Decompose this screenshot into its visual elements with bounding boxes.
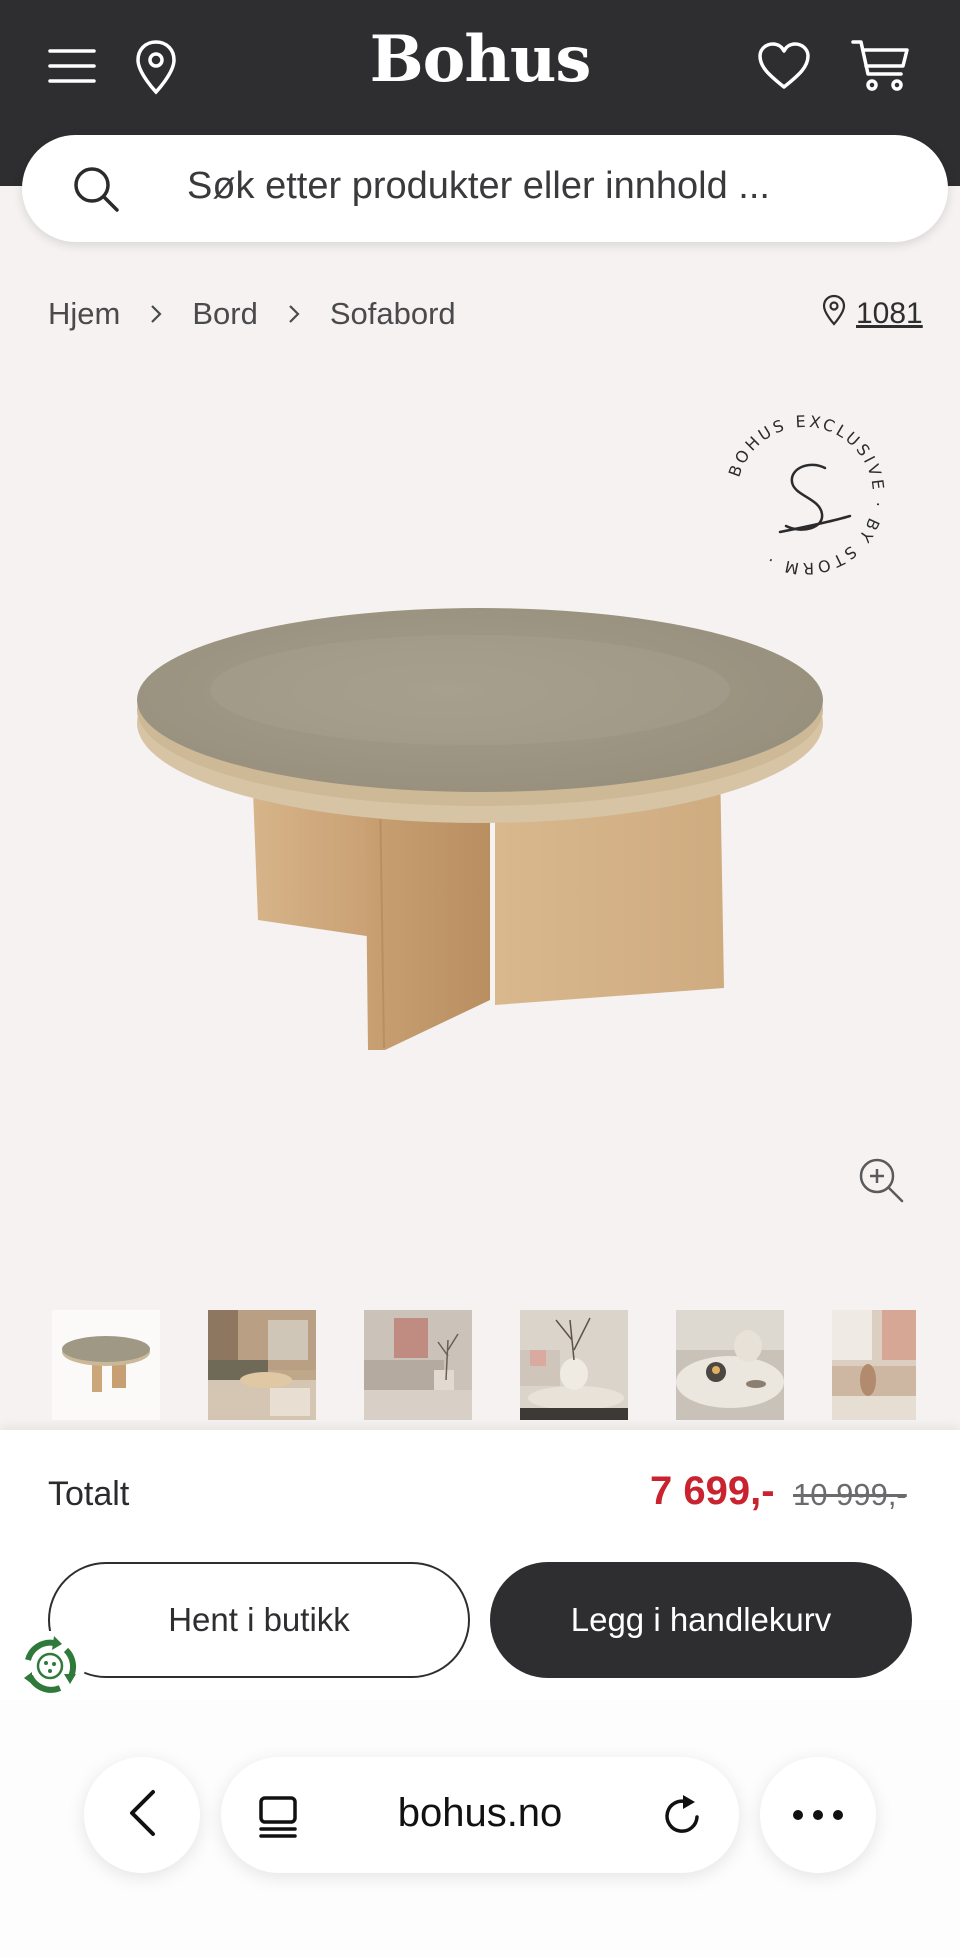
- more-options-button[interactable]: [760, 1757, 876, 1873]
- total-label: Totalt: [48, 1475, 130, 1513]
- store-code[interactable]: 1081: [856, 297, 923, 331]
- ellipsis-icon: [792, 1806, 844, 1825]
- zoom-in-icon[interactable]: [856, 1155, 906, 1205]
- original-price: 10 999,-: [793, 1477, 907, 1512]
- svg-text:BOHUS EXCLUSIVE · BY STORM ·: BOHUS EXCLUSIVE · BY STORM ·: [725, 412, 888, 578]
- breadcrumb-home[interactable]: Hjem: [48, 296, 120, 332]
- bohus-exclusive-badge: BOHUS EXCLUSIVE · BY STORM ·: [720, 410, 890, 580]
- search-input[interactable]: Søk etter produkter eller innhold ...: [187, 165, 770, 208]
- thumbnail-3[interactable]: [364, 1310, 472, 1420]
- search-bar[interactable]: Søk etter produkter eller innhold ...: [22, 135, 948, 242]
- chevron-right-icon: [150, 304, 162, 324]
- store-location-link[interactable]: 1081: [822, 294, 923, 334]
- back-button[interactable]: [84, 1757, 200, 1873]
- reload-icon[interactable]: [661, 1793, 705, 1843]
- chevron-left-icon: [127, 1788, 157, 1842]
- current-price: 7 699,-: [650, 1469, 775, 1513]
- map-pin-icon: [822, 294, 846, 334]
- thumbnail-1[interactable]: [52, 1310, 160, 1420]
- chevron-right-icon: [288, 304, 300, 324]
- brand-logo[interactable]: Bohus: [0, 22, 960, 97]
- address-bar[interactable]: bohus.no: [221, 1757, 739, 1873]
- shopping-cart-icon[interactable]: [850, 38, 912, 94]
- recycle-icon[interactable]: [14, 1630, 86, 1702]
- breadcrumb-bord[interactable]: Bord: [192, 296, 257, 332]
- search-icon[interactable]: [72, 165, 120, 217]
- add-to-cart-button[interactable]: Legg i handlekurv: [490, 1562, 912, 1678]
- thumbnail-2[interactable]: [208, 1310, 316, 1420]
- pickup-in-store-button[interactable]: Hent i butikk: [48, 1562, 470, 1678]
- thumbnail-strip: [0, 1310, 960, 1422]
- thumbnail-6[interactable]: [832, 1310, 916, 1420]
- breadcrumb-sofabord[interactable]: Sofabord: [330, 296, 456, 332]
- thumbnail-4[interactable]: [520, 1310, 628, 1420]
- breadcrumb: Hjem Bord Sofabord: [48, 294, 456, 334]
- thumbnail-5[interactable]: [676, 1310, 784, 1420]
- heart-icon[interactable]: [756, 38, 812, 94]
